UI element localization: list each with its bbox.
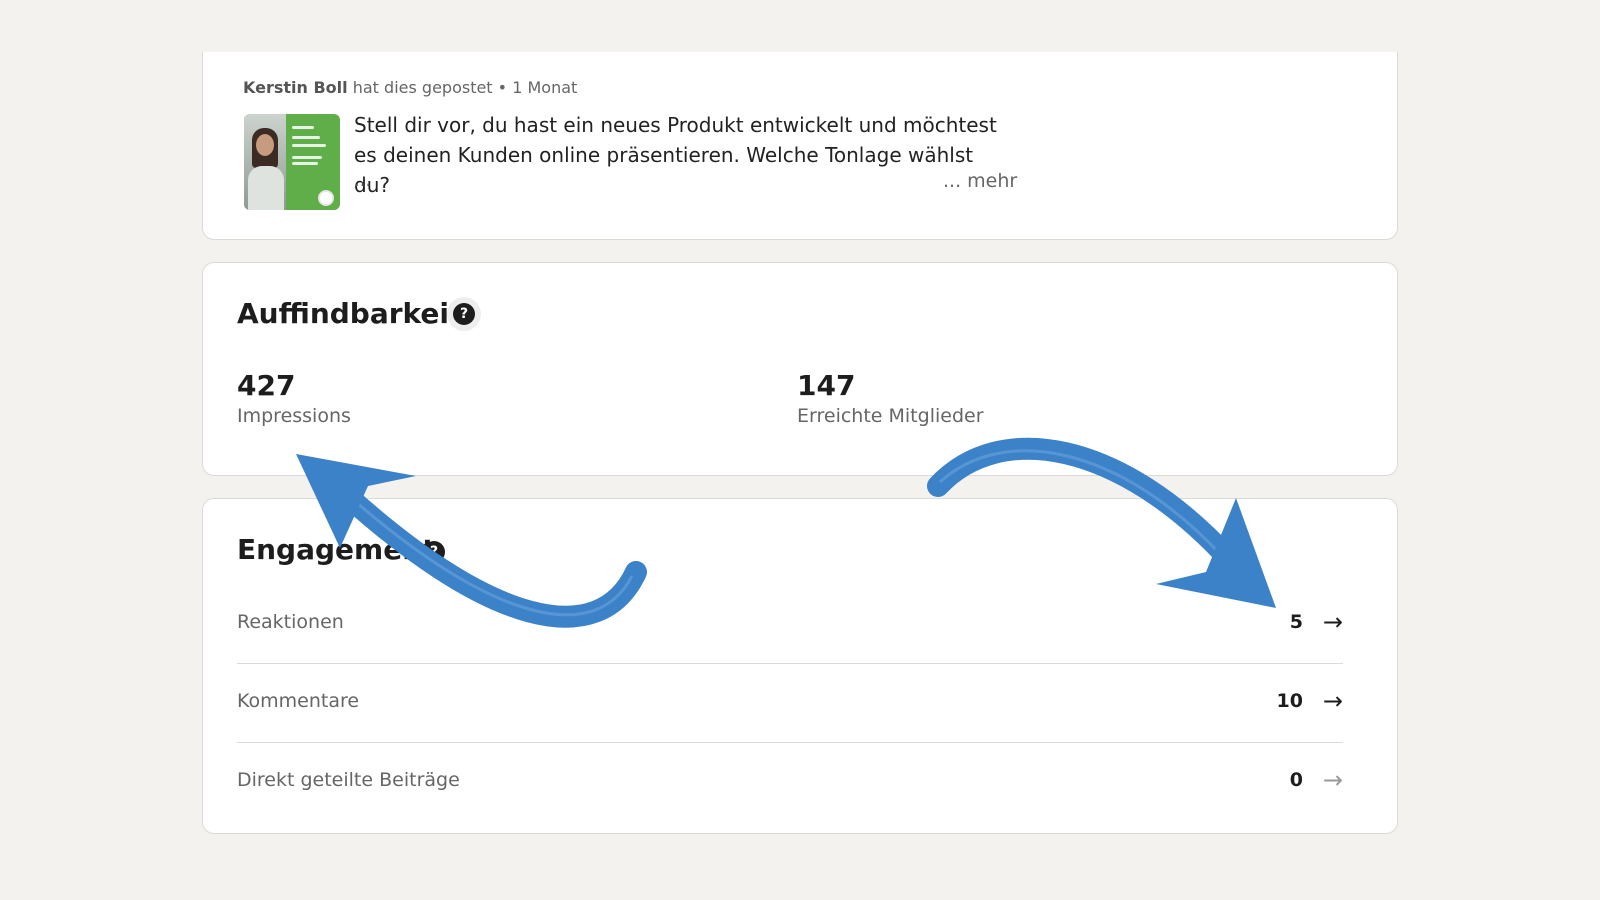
direct-shares-count: 0 xyxy=(1289,769,1303,791)
arrow-right-icon: → xyxy=(1322,766,1343,794)
post-card: Kerstin Boll hat dies gepostet • 1 Monat… xyxy=(202,52,1398,240)
engagement-title: Engagement xyxy=(237,533,436,566)
comments-label: Kommentare xyxy=(237,690,360,712)
post-separator: • xyxy=(497,78,508,97)
discoverability-title: Auffindbarkeit xyxy=(237,297,463,330)
discoverability-card: Auffindbarkeit ? 427 Impressions 147 Err… xyxy=(202,262,1398,476)
engagement-card: Engagement ? Reaktionen 5 → Kommentare 1… xyxy=(202,498,1398,834)
members-reached-label: Erreichte Mitglieder xyxy=(797,405,984,427)
comments-count: 10 xyxy=(1276,690,1303,712)
post-thumbnail[interactable] xyxy=(244,114,340,210)
see-more-link[interactable]: ... mehr xyxy=(943,170,1017,192)
post-time: 1 Monat xyxy=(512,78,578,97)
help-icon[interactable]: ? xyxy=(423,541,445,563)
help-icon[interactable]: ? xyxy=(453,303,475,325)
reactions-row[interactable]: Reaktionen 5 → xyxy=(237,585,1343,664)
impressions-value: 427 xyxy=(237,369,296,402)
arrow-right-icon[interactable]: → xyxy=(1323,609,1343,635)
direct-shares-label: Direkt geteilte Beiträge xyxy=(237,769,460,791)
direct-shares-row[interactable]: Direkt geteilte Beiträge 0 → xyxy=(237,743,1343,821)
members-reached-value: 147 xyxy=(797,369,856,402)
comments-row[interactable]: Kommentare 10 → xyxy=(237,664,1343,743)
reactions-label: Reaktionen xyxy=(237,611,344,633)
post-action: hat dies gepostet xyxy=(352,78,493,97)
post-ellipsis: ... xyxy=(354,170,372,191)
thumbnail-photo xyxy=(244,114,286,210)
post-author[interactable]: Kerstin Boll xyxy=(243,78,348,97)
post-header: Kerstin Boll hat dies gepostet • 1 Monat xyxy=(243,78,577,97)
thumbnail-avatar xyxy=(318,190,334,206)
impressions-label: Impressions xyxy=(237,405,351,427)
arrow-right-icon[interactable]: → xyxy=(1323,688,1343,714)
reactions-count: 5 xyxy=(1289,611,1303,633)
post-text: Stell dir vor, du hast ein neues Produkt… xyxy=(354,113,997,197)
